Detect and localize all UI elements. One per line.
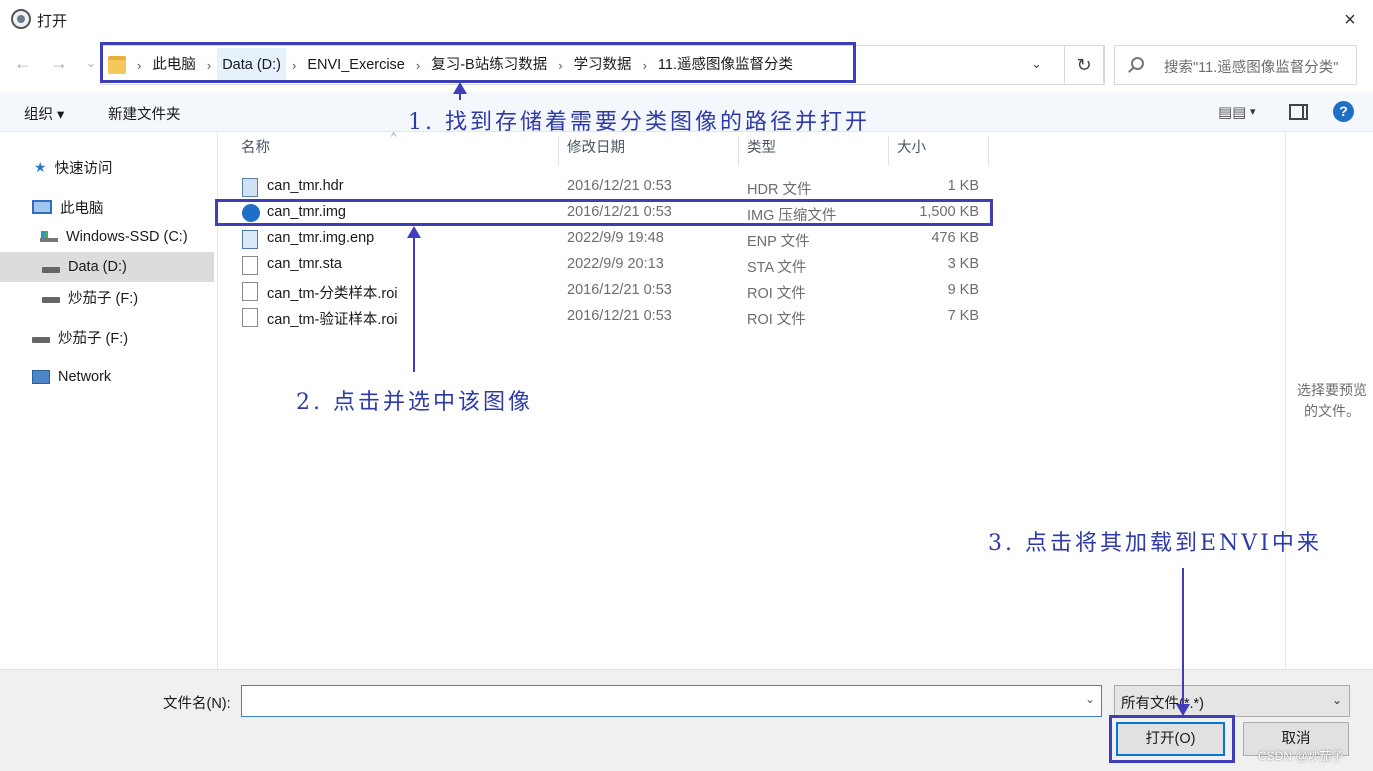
window-title: 打开 <box>37 13 68 30</box>
file-type: HDR 文件 <box>747 182 812 198</box>
sidebar-item-label: Data (D:) <box>68 259 127 275</box>
annotation-arrow-2 <box>413 238 415 372</box>
file-type: ROI 文件 <box>747 312 806 328</box>
forward-arrow-icon[interactable]: → <box>50 53 68 74</box>
app-icon <box>11 9 31 29</box>
arrow-down-icon <box>1176 704 1190 716</box>
view-options-icon[interactable]: ▤▤ <box>1218 103 1246 121</box>
network-icon <box>32 370 50 384</box>
column-divider[interactable] <box>988 136 989 166</box>
drive-icon <box>42 267 60 273</box>
sidebar-item-quick-access[interactable]: ★ 快速访问 <box>0 152 214 182</box>
chevron-down-icon[interactable]: ▾ <box>1250 105 1256 118</box>
preview-empty-text: 选择要预览的文件。 <box>1297 382 1367 419</box>
file-name: can_tmr.img.enp <box>267 230 375 246</box>
star-icon: ★ <box>34 158 47 175</box>
drive-icon <box>42 297 60 303</box>
file-row[interactable]: can_tmr.sta 2022/9/9 20:13 STA 文件 3 KB <box>239 252 989 278</box>
open-button-highlight-box <box>1109 715 1235 763</box>
file-date: 2016/12/21 0:53 <box>567 282 672 298</box>
sidebar-item-label: Windows-SSD (C:) <box>66 229 188 245</box>
file-size: 1 KB <box>947 178 979 194</box>
filename-label: 文件名(N): <box>163 696 231 712</box>
sidebar-item-drive-f[interactable]: 炒茄子 (F:) <box>0 282 214 312</box>
sidebar-item-label: Network <box>58 369 112 385</box>
column-header-type[interactable]: 类型 <box>747 136 776 166</box>
file-type-filter[interactable]: 所有文件(*.*) ⌄ <box>1114 685 1350 717</box>
arrow-up-icon <box>407 226 421 238</box>
file-highlight-box <box>215 199 993 226</box>
enp-file-icon <box>242 230 258 249</box>
search-placeholder: 搜索"11.遥感图像监督分类" <box>1164 60 1339 76</box>
sidebar-item-drive-c[interactable]: Windows-SSD (C:) <box>0 222 214 252</box>
hdr-file-icon <box>242 178 258 197</box>
sidebar-item-drive-d[interactable]: Data (D:) <box>0 252 214 282</box>
file-type-filter-value: 所有文件(*.*) <box>1121 696 1204 712</box>
title-bar: 打开 × <box>0 0 1373 40</box>
file-name: can_tmr.hdr <box>267 178 344 194</box>
preview-pane: 选择要预览的文件。 <box>1285 132 1373 669</box>
file-type: STA 文件 <box>747 260 807 276</box>
search-icon <box>1131 57 1144 70</box>
drive-icon <box>32 337 50 343</box>
close-icon[interactable]: × <box>1332 6 1368 34</box>
column-header-name[interactable]: 名称 <box>241 136 270 166</box>
file-date: 2022/9/9 20:13 <box>567 256 664 272</box>
new-folder-button[interactable]: 新建文件夹 <box>108 103 181 124</box>
chevron-down-icon[interactable]: ⌄ <box>1332 693 1342 707</box>
column-header-modified[interactable]: 修改日期 <box>567 136 625 166</box>
annotation-step-2: 2. 点击并选中该图像 <box>296 390 533 415</box>
help-icon[interactable]: ? <box>1333 101 1354 122</box>
file-date: 2016/12/21 0:53 <box>567 308 672 324</box>
column-header-size[interactable]: 大小 <box>897 136 926 166</box>
file-row[interactable]: can_tmr.hdr 2016/12/21 0:53 HDR 文件 1 KB <box>239 174 989 200</box>
sidebar-item-label: 快速访问 <box>54 160 113 177</box>
watermark: CSDN @炒茄子 <box>1258 749 1344 763</box>
sidebar-item-label: 此电脑 <box>60 200 104 217</box>
back-arrow-icon[interactable]: ← <box>14 53 32 74</box>
file-icon <box>242 308 258 327</box>
column-divider[interactable] <box>558 136 559 166</box>
column-divider[interactable] <box>738 136 739 166</box>
file-name: can_tm-验证样本.roi <box>267 312 398 328</box>
file-name: can_tm-分类样本.roi <box>267 286 398 302</box>
file-icon <box>242 282 258 301</box>
file-size: 476 KB <box>931 230 979 246</box>
sort-ascending-icon: ^ <box>391 131 397 143</box>
file-type: ENP 文件 <box>747 234 810 250</box>
file-name: can_tmr.sta <box>267 256 342 272</box>
file-date: 2022/9/9 19:48 <box>567 230 664 246</box>
arrow-up-icon <box>453 82 467 94</box>
refresh-icon[interactable]: ↻ <box>1064 45 1104 85</box>
sidebar-item-drive-f-root[interactable]: 炒茄子 (F:) <box>0 322 214 352</box>
address-dropdown-icon[interactable]: ⌄ <box>1031 56 1042 72</box>
chevron-down-icon[interactable]: ⌄ <box>1085 692 1095 706</box>
file-size: 7 KB <box>947 308 979 324</box>
path-highlight-box <box>100 42 856 83</box>
search-input[interactable]: 搜索"11.遥感图像监督分类" <box>1114 45 1357 85</box>
sidebar-item-label: 炒茄子 (F:) <box>68 290 139 307</box>
sidebar-item-this-pc[interactable]: 此电脑 <box>0 192 214 222</box>
file-size: 3 KB <box>947 256 979 272</box>
annotation-step-1: 1. 找到存储着需要分类图像的路径并打开 <box>408 110 870 135</box>
filename-input[interactable]: ⌄ <box>241 685 1102 717</box>
file-row[interactable]: can_tm-验证样本.roi 2016/12/21 0:53 ROI 文件 7… <box>239 304 989 330</box>
navigation-pane: ★ 快速访问 此电脑 Windows-SSD (C:) Data (D:) 炒茄… <box>0 132 218 669</box>
file-size: 9 KB <box>947 282 979 298</box>
recent-locations-icon[interactable]: ⌄ <box>86 56 96 70</box>
preview-pane-icon[interactable] <box>1289 104 1308 120</box>
file-row[interactable]: can_tm-分类样本.roi 2016/12/21 0:53 ROI 文件 9… <box>239 278 989 304</box>
annotation-arrow-3 <box>1182 568 1184 706</box>
file-row[interactable]: can_tmr.img.enp 2022/9/9 19:48 ENP 文件 47… <box>239 226 989 252</box>
organize-button[interactable]: 组织 ▾ <box>24 103 64 124</box>
windows-drive-icon <box>40 230 58 242</box>
file-icon <box>242 256 258 275</box>
computer-icon <box>32 200 52 214</box>
file-type: ROI 文件 <box>747 286 806 302</box>
sidebar-item-network[interactable]: Network <box>0 362 214 392</box>
column-divider[interactable] <box>888 136 889 166</box>
sidebar-item-label: 炒茄子 (F:) <box>58 330 129 347</box>
annotation-step-3: 3. 点击将其加载到ENVI中来 <box>988 531 1322 556</box>
file-date: 2016/12/21 0:53 <box>567 178 672 194</box>
